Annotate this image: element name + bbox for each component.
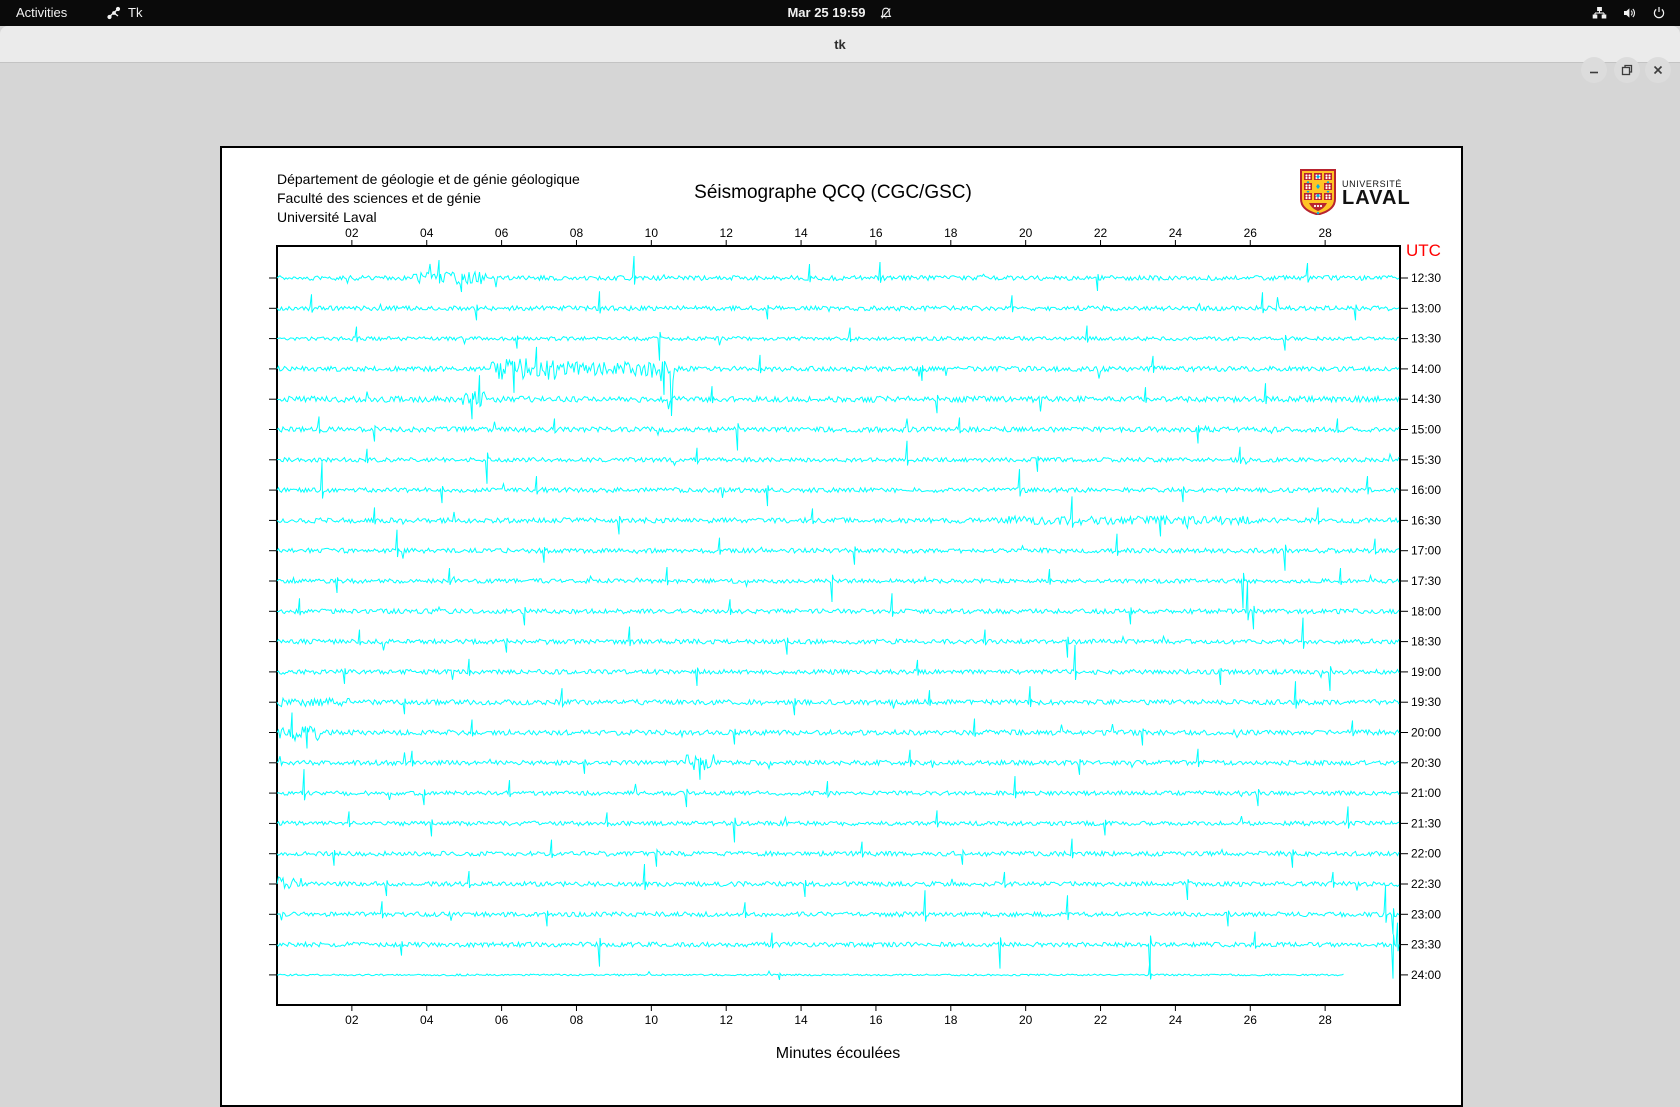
utc-time-label: 14:00 (1411, 362, 1441, 376)
seismogram-trace-23:30 (276, 922, 1400, 979)
network-wired-icon (1592, 6, 1607, 20)
x-tick-bottom: 24 (1169, 1013, 1183, 1027)
x-tick-top: 10 (645, 226, 659, 240)
x-tick-bottom: 22 (1094, 1013, 1108, 1027)
seismogram-trace-16:30 (276, 496, 1400, 537)
x-tick-bottom: 18 (944, 1013, 958, 1027)
seismogram-trace-24:00 (276, 959, 1344, 981)
x-tick-bottom: 20 (1019, 1013, 1033, 1027)
seismograph-plot: 02 02 04 04 06 06 08 08 10 10 12 12 14 14 16 16 18 18 20 20… (269, 226, 1441, 1027)
maximize-button[interactable] (1614, 57, 1640, 83)
seismogram-trace-13:30 (276, 325, 1400, 361)
x-tick-bottom: 28 (1318, 1013, 1332, 1027)
utc-time-label: 18:30 (1411, 635, 1441, 649)
x-tick-bottom: 16 (869, 1013, 883, 1027)
x-tick-top: 20 (1019, 226, 1033, 240)
x-tick-top: 22 (1094, 226, 1108, 240)
x-tick-top: 14 (794, 226, 808, 240)
window-titlebar[interactable]: tk (0, 26, 1680, 83)
x-tick-top: 02 (345, 226, 359, 240)
x-tick-bottom: 12 (720, 1013, 734, 1027)
seismogram-trace-18:30 (276, 617, 1400, 658)
x-tick-bottom: 04 (420, 1013, 434, 1027)
x-tick-top: 12 (720, 226, 734, 240)
seismogram-trace-12:30 (276, 255, 1400, 293)
seismogram-trace-21:30 (276, 806, 1400, 843)
utc-time-label: 20:00 (1411, 726, 1441, 740)
seismogram-trace-20:30 (276, 748, 1400, 780)
x-tick-top: 08 (570, 226, 584, 240)
seismogram-trace-15:30 (276, 440, 1400, 484)
x-tick-top: 24 (1169, 226, 1183, 240)
utc-time-label: 23:30 (1411, 938, 1441, 952)
x-tick-bottom: 14 (794, 1013, 808, 1027)
tk-window-body: Département de géologie et de génie géol… (0, 63, 1680, 1107)
x-tick-top: 16 (869, 226, 883, 240)
seismogram-trace-18:00 (276, 581, 1400, 630)
utc-time-label: 13:30 (1411, 332, 1441, 346)
close-button[interactable] (1645, 57, 1671, 83)
minimize-button[interactable] (1581, 57, 1607, 83)
tk-app-icon (107, 6, 121, 20)
seismogram-trace-17:00 (276, 529, 1400, 571)
seismogram-trace-23:00 (276, 886, 1400, 935)
seismogram-trace-14:00 (276, 346, 1400, 417)
utc-time-label: 17:00 (1411, 544, 1441, 558)
window-title: tk (834, 37, 846, 52)
seismogram-trace-21:00 (276, 769, 1400, 808)
seismogram-trace-16:00 (276, 462, 1400, 507)
seismogram-trace-19:00 (276, 644, 1400, 691)
seismogram-trace-22:00 (276, 838, 1400, 868)
x-tick-top: 28 (1318, 226, 1332, 240)
clock-label[interactable]: Mar 25 19:59 (787, 0, 865, 26)
utc-time-label: 16:30 (1411, 513, 1441, 527)
utc-time-label: 24:00 (1411, 968, 1441, 982)
x-tick-top: 06 (495, 226, 509, 240)
system-status-area[interactable] (1592, 0, 1666, 26)
seismogram-trace-17:30 (276, 566, 1400, 609)
x-tick-top: 18 (944, 226, 958, 240)
x-tick-bottom: 06 (495, 1013, 509, 1027)
utc-time-label: 15:00 (1411, 423, 1441, 437)
utc-time-label: 19:00 (1411, 665, 1441, 679)
seismogram-trace-15:00 (276, 416, 1400, 451)
seismograph-canvas: Département de géologie et de génie géol… (220, 146, 1463, 1107)
seismogram-trace-19:30 (276, 681, 1400, 716)
utc-time-label: 13:00 (1411, 301, 1441, 315)
utc-time-label: 17:30 (1411, 574, 1441, 588)
seismogram-trace-20:00 (276, 712, 1400, 749)
x-tick-top: 04 (420, 226, 434, 240)
seismogram-trace-14:30 (276, 375, 1400, 420)
app-name-label: Tk (128, 5, 143, 20)
power-icon (1652, 6, 1666, 20)
utc-time-label: 14:30 (1411, 392, 1441, 406)
x-tick-bottom: 08 (570, 1013, 584, 1027)
utc-time-label: 12:30 (1411, 271, 1441, 285)
x-tick-bottom: 26 (1244, 1013, 1258, 1027)
seismogram-trace-13:00 (276, 291, 1400, 321)
utc-time-label: 15:30 (1411, 453, 1441, 467)
utc-time-label: 21:30 (1411, 816, 1441, 830)
utc-time-label: 21:00 (1411, 786, 1441, 800)
utc-time-label: 23:00 (1411, 907, 1441, 921)
volume-icon (1622, 6, 1637, 20)
utc-time-label: 19:30 (1411, 695, 1441, 709)
utc-time-label: 16:00 (1411, 483, 1441, 497)
x-tick-bottom: 02 (345, 1013, 359, 1027)
gnome-top-bar: Activities Tk Mar 25 19:59 (0, 0, 1680, 26)
utc-time-label: 22:00 (1411, 847, 1441, 861)
x-tick-top: 26 (1244, 226, 1258, 240)
focused-app-menu[interactable]: Tk (107, 0, 142, 26)
notifications-muted-icon (880, 7, 893, 20)
x-tick-bottom: 10 (645, 1013, 659, 1027)
activities-button[interactable]: Activities (16, 0, 67, 26)
seismogram-trace-22:30 (276, 863, 1400, 901)
utc-time-label: 18:00 (1411, 604, 1441, 618)
utc-time-label: 20:30 (1411, 756, 1441, 770)
utc-time-label: 22:30 (1411, 877, 1441, 891)
